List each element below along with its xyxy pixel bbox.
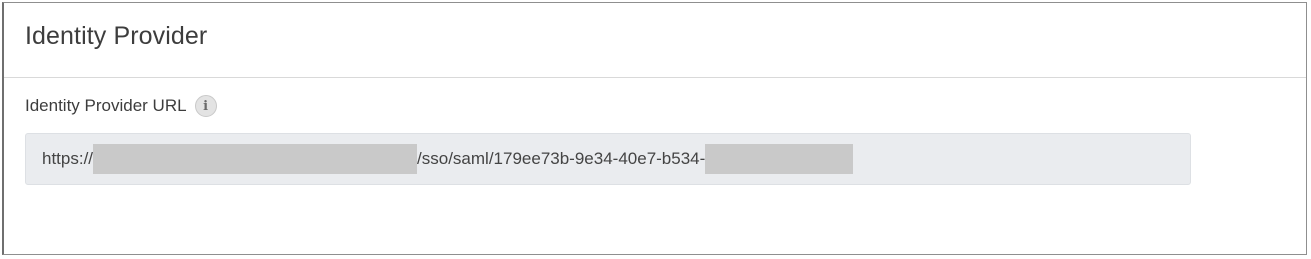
field-label-row: Identity Provider URL i (25, 95, 217, 117)
identity-provider-url-label: Identity Provider URL (25, 96, 187, 115)
identity-provider-panel: Identity Provider Identity Provider URL … (2, 2, 1307, 255)
section-divider (4, 77, 1306, 78)
section-title: Identity Provider (25, 22, 208, 50)
info-icon[interactable]: i (194, 95, 217, 117)
identity-provider-url-field[interactable]: https:// /sso/saml/179ee73b-9e34-40e7-b5… (25, 133, 1191, 185)
redacted-id-suffix (705, 144, 854, 174)
redacted-host (93, 144, 418, 174)
url-path: /sso/saml/179ee73b-9e34-40e7-b534- (417, 149, 706, 168)
url-prefix: https:// (42, 149, 94, 168)
